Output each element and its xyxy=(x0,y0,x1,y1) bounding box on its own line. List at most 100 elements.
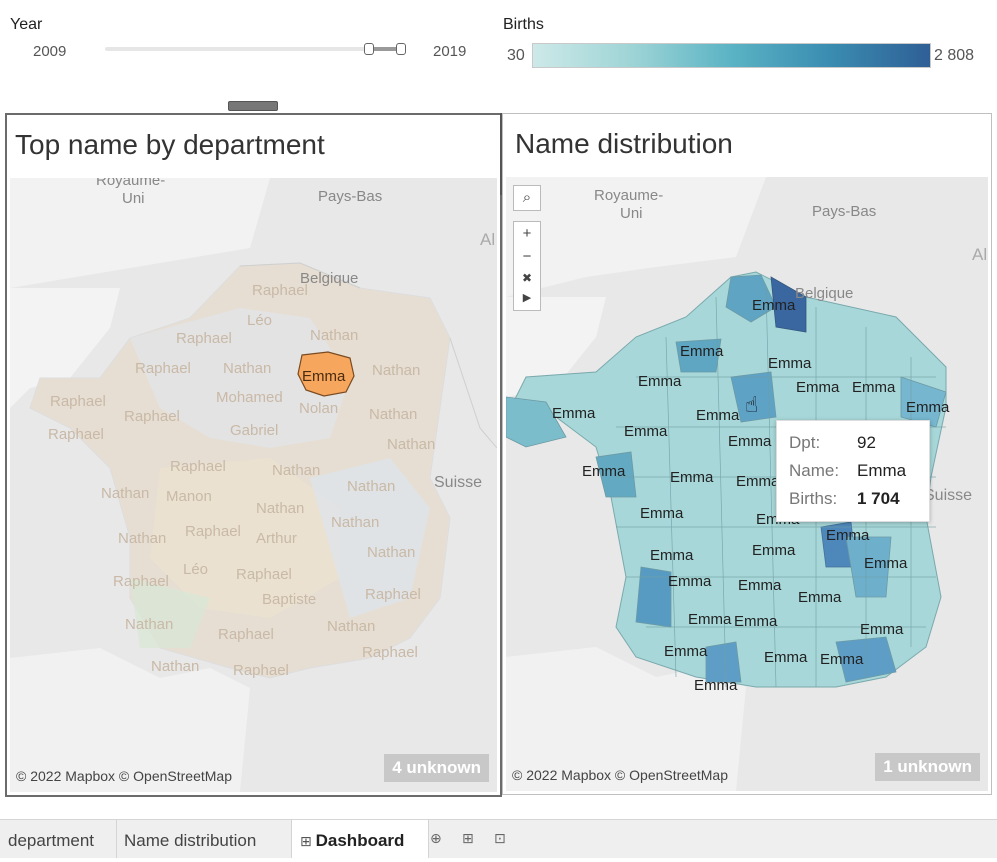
sheet-top-name-by-department[interactable]: Top name by department Royaume- Uni Pays… xyxy=(5,113,502,797)
tab-dashboard[interactable]: ⊞ Dashboard xyxy=(292,820,429,858)
region-label: Nathan xyxy=(256,500,305,517)
region-label: Raphael xyxy=(113,573,169,590)
tab-department[interactable]: department xyxy=(0,820,117,858)
region-label: Emma xyxy=(906,399,950,416)
region-label: Raphael xyxy=(50,393,106,410)
search-icon[interactable]: ⌕ xyxy=(513,185,541,211)
region-label: Emma xyxy=(852,379,896,396)
region-label: Emma xyxy=(694,677,738,694)
region-label: Emma xyxy=(552,405,596,422)
region-label: Raphael xyxy=(365,586,421,603)
place-label: Uni xyxy=(122,190,145,207)
place-label: Uni xyxy=(620,205,643,222)
tooltip-key: Name: xyxy=(789,461,840,480)
region-label: Nathan xyxy=(310,327,359,344)
region-label: Emma xyxy=(768,355,812,372)
births-legend-label: Births xyxy=(503,16,544,33)
region-label: Nathan xyxy=(331,514,380,531)
tooltip-key: Births: xyxy=(789,489,838,508)
sheet-tab-bar: department Name distribution ⊞ Dashboard… xyxy=(0,819,997,858)
map-canvas[interactable] xyxy=(10,178,497,792)
births-max-label: 2 808 xyxy=(934,47,975,64)
region-label: Raphael xyxy=(236,566,292,583)
region-label: Gabriel xyxy=(230,422,279,439)
unknown-indicator[interactable]: 1 unknown xyxy=(875,753,980,781)
year-min-label: 2009 xyxy=(33,43,67,60)
region-label: Emma xyxy=(664,643,708,660)
region-label: Emma xyxy=(752,297,796,314)
unknown-indicator[interactable]: 4 unknown xyxy=(384,754,489,782)
map-tooltip: Dpt: 92 Name: Emma Births: 1 704 xyxy=(776,420,930,522)
place-label: Al xyxy=(480,230,496,249)
plus-icon[interactable]: + xyxy=(514,222,540,246)
region-label: Nathan xyxy=(272,462,321,479)
region-label: Raphael xyxy=(124,408,180,425)
place-label: Belgique xyxy=(795,285,854,302)
region-label: Arthur xyxy=(256,530,297,547)
region-label: Léo xyxy=(247,312,273,329)
region-label: Mohamed xyxy=(216,389,283,406)
year-slider-handle-end[interactable] xyxy=(396,43,406,55)
year-slider-track[interactable] xyxy=(105,47,405,51)
map-top-name[interactable]: Royaume- Uni Pays-Bas Belgique Al Suisse… xyxy=(10,178,497,792)
region-label: Raphael xyxy=(48,426,104,443)
region-label: Emma xyxy=(734,613,778,630)
region-label: Emma xyxy=(736,473,780,490)
year-max-label: 2019 xyxy=(433,43,467,60)
region-label: Emma xyxy=(668,573,712,590)
year-slider-handle-start[interactable] xyxy=(364,43,374,55)
place-label: Pays-Bas xyxy=(318,188,383,205)
region-label-highlighted: Emma xyxy=(302,368,346,385)
sheet-title: Top name by department xyxy=(15,129,325,160)
place-label: Suisse xyxy=(434,474,483,491)
region-label: Raphael xyxy=(362,644,418,661)
region-label: Emma xyxy=(680,343,724,360)
region-label: Emma xyxy=(860,621,904,638)
births-color-ramp xyxy=(532,43,931,68)
map-attribution[interactable]: © 2022 Mapbox © OpenStreetMap xyxy=(512,767,728,783)
region-label: Emma xyxy=(864,555,908,572)
region-label: Manon xyxy=(166,488,212,505)
region-label: Raphael xyxy=(218,626,274,643)
region-label: Nathan xyxy=(367,544,416,561)
minus-icon[interactable]: − xyxy=(514,246,540,268)
region-label: Nathan xyxy=(372,362,421,379)
region-label: Raphael xyxy=(176,330,232,347)
region-label: Raphael xyxy=(233,662,289,679)
region-label: Emma xyxy=(582,463,626,480)
new-dashboard-icon[interactable]: ⊞ xyxy=(462,830,478,846)
new-story-icon[interactable]: ⊡ xyxy=(494,830,510,846)
play-icon[interactable]: ▶ xyxy=(514,288,540,308)
tab-name-distribution[interactable]: Name distribution xyxy=(116,820,292,858)
region-label: Emma xyxy=(728,433,772,450)
pin-icon[interactable]: ✖ xyxy=(514,268,540,288)
region-label: Raphael xyxy=(170,458,226,475)
map-zoom-controls: + − ✖ ▶ xyxy=(513,221,541,311)
region-label: Raphael xyxy=(135,360,191,377)
region-label: Emma xyxy=(826,527,870,544)
place-label: Pays-Bas xyxy=(812,203,877,220)
region-label: Léo xyxy=(183,561,209,578)
drag-handle[interactable] xyxy=(228,101,278,111)
place-label: Suisse xyxy=(924,487,973,504)
region-label: Emma xyxy=(638,373,682,390)
tooltip-value: 1 704 xyxy=(857,489,900,508)
region-label: Emma xyxy=(752,542,796,559)
births-min-label: 30 xyxy=(507,47,525,64)
region-label: Emma xyxy=(798,589,842,606)
region-label: Nathan xyxy=(223,360,272,377)
region-label: Emma xyxy=(624,423,668,440)
year-filter-label: Year xyxy=(10,16,43,33)
region-label: Nathan xyxy=(151,658,200,675)
region-label: Nathan xyxy=(118,530,167,547)
sheet-title: Name distribution xyxy=(515,128,733,159)
new-worksheet-icon[interactable]: ⊕ xyxy=(430,830,446,846)
region-label: Emma xyxy=(688,611,732,628)
map-attribution[interactable]: © 2022 Mapbox © OpenStreetMap xyxy=(16,768,232,784)
region-label: Nathan xyxy=(387,436,436,453)
place-label: Royaume- xyxy=(96,178,166,189)
place-label: Belgique xyxy=(300,270,359,287)
region-label: Nathan xyxy=(125,616,174,633)
region-label: Raphael xyxy=(185,523,241,540)
tooltip-key: Dpt: xyxy=(789,433,821,452)
